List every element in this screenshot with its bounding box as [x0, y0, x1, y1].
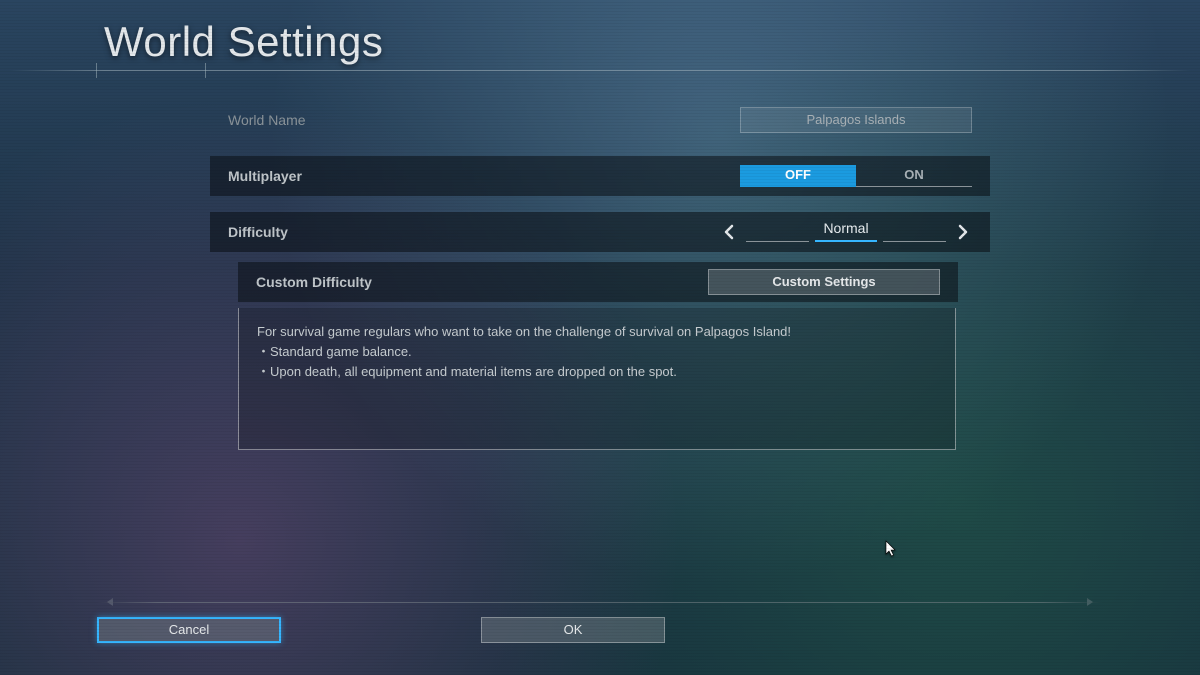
difficulty-seg-3 — [883, 240, 946, 242]
settings-panel: World Name Palpagos Islands Multiplayer … — [210, 100, 990, 450]
title-tick-left — [96, 63, 97, 78]
custom-settings-button[interactable]: Custom Settings — [708, 269, 940, 295]
multiplayer-on[interactable]: ON — [856, 165, 972, 187]
world-settings-screen: World Settings World Name Palpagos Islan… — [0, 0, 1200, 675]
difficulty-track: Normal — [746, 222, 946, 242]
title-underline — [10, 70, 1190, 71]
row-custom-difficulty: Custom Difficulty Custom Settings — [238, 262, 958, 302]
multiplayer-label: Multiplayer — [228, 168, 438, 184]
title-tick-right — [205, 63, 206, 78]
difficulty-seg-1 — [746, 240, 809, 242]
difficulty-selector[interactable]: Normal — [720, 222, 972, 242]
row-difficulty: Difficulty Normal — [210, 212, 990, 252]
page-title: World Settings — [104, 18, 383, 66]
desc-line-2: Standard game balance. — [257, 342, 937, 362]
row-multiplayer: Multiplayer OFF ON — [210, 156, 990, 196]
difficulty-label: Difficulty — [228, 224, 438, 240]
difficulty-description: For survival game regulars who want to t… — [238, 308, 956, 450]
desc-line-3: Upon death, all equipment and material i… — [257, 362, 937, 382]
cursor-icon — [885, 540, 897, 558]
multiplayer-off[interactable]: OFF — [740, 165, 856, 187]
world-name-input[interactable]: Palpagos Islands — [740, 107, 972, 133]
footer-buttons: Cancel OK — [97, 617, 1103, 643]
custom-difficulty-label: Custom Difficulty — [256, 274, 466, 290]
world-name-label: World Name — [228, 112, 438, 128]
chevron-right-icon[interactable] — [954, 223, 972, 241]
footer-divider — [97, 602, 1103, 603]
difficulty-seg-2: Normal — [815, 240, 878, 242]
ok-button[interactable]: OK — [481, 617, 665, 643]
difficulty-value: Normal — [823, 220, 868, 236]
multiplayer-toggle[interactable]: OFF ON — [740, 165, 972, 187]
chevron-left-icon[interactable] — [720, 223, 738, 241]
cancel-button[interactable]: Cancel — [97, 617, 281, 643]
desc-line-1: For survival game regulars who want to t… — [257, 322, 937, 342]
row-world-name: World Name Palpagos Islands — [210, 100, 990, 140]
footer: Cancel OK — [97, 602, 1103, 643]
